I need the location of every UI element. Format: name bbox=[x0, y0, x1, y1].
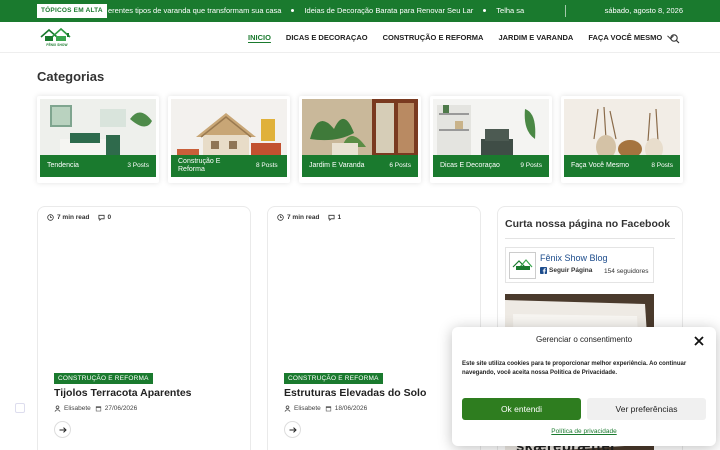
nav-item-inicio[interactable]: INICIO bbox=[248, 33, 271, 42]
facebook-follow-button[interactable]: Seguir Página bbox=[540, 267, 592, 274]
facebook-page-avatar[interactable] bbox=[509, 252, 536, 279]
comment-count[interactable]: 0 bbox=[108, 214, 112, 221]
current-date: sábado, agosto 8, 2026 bbox=[604, 6, 683, 15]
comment-icon bbox=[327, 214, 335, 221]
trending-label: TÓPICOS EM ALTA bbox=[37, 4, 107, 18]
category-card-dicas-decoracao[interactable]: Dicas E Decoraçao 9 Posts bbox=[430, 96, 552, 183]
category-name: Faça Você Mesmo bbox=[571, 162, 629, 169]
post-author[interactable]: Elisabete bbox=[294, 405, 321, 412]
trending-bar: TÓPICOS EM ALTA erentes tipos de varanda… bbox=[0, 0, 720, 22]
logo-text: FÊNIX SHOW bbox=[46, 43, 68, 47]
arrow-right-icon bbox=[289, 426, 297, 433]
logo-house-icon bbox=[40, 27, 71, 41]
nav-item-dicas-decoracao[interactable]: DICAS E DECORAÇAO bbox=[286, 33, 368, 42]
post-author[interactable]: Elisabete bbox=[64, 405, 91, 412]
post-title[interactable]: Tijolos Terracota Aparentes bbox=[54, 387, 192, 399]
facebook-follow-label: Seguir Página bbox=[549, 267, 593, 274]
ticker-item[interactable]: erentes tipos de varanda que transformam… bbox=[108, 0, 281, 22]
view-preferences-button[interactable]: Ver preferências bbox=[587, 398, 706, 420]
category-label: Faça Você Mesmo 8 Posts bbox=[564, 155, 680, 177]
read-more-button[interactable] bbox=[54, 421, 71, 438]
consent-text: Este site utiliza cookies para te propor… bbox=[462, 361, 687, 376]
facebook-page-plugin[interactable]: Fênix Show Blog Seguir Página 154 seguid… bbox=[505, 247, 654, 283]
clock-icon bbox=[47, 214, 54, 221]
author-icon bbox=[284, 405, 291, 412]
category-name: Construção E Reforma bbox=[178, 158, 221, 173]
post-title[interactable]: Estruturas Elevadas do Solo bbox=[284, 387, 426, 399]
ticker-separator bbox=[483, 9, 487, 13]
post-category-tag[interactable]: CONSTRUÇÃO E REFORMA bbox=[54, 373, 153, 384]
facebook-icon bbox=[540, 267, 547, 274]
nav-item-label: FAÇA VOCÊ MESMO bbox=[588, 33, 663, 42]
category-post-count: 9 Posts bbox=[520, 162, 542, 169]
categories-heading: Categorias bbox=[37, 69, 105, 84]
arrow-right-icon bbox=[59, 426, 67, 433]
search-button[interactable] bbox=[669, 32, 681, 44]
clock-icon bbox=[277, 214, 284, 221]
ticker-item[interactable]: Telha sa bbox=[496, 0, 524, 22]
category-post-count: 8 Posts bbox=[651, 162, 673, 169]
category-card-tendencia[interactable]: Tendencia 3 Posts bbox=[37, 96, 159, 183]
category-post-count: 8 Posts bbox=[256, 162, 278, 169]
accessibility-icon[interactable] bbox=[15, 403, 25, 413]
main-nav: INICIO DICAS E DECORAÇAO CONSTRUÇÃO E RE… bbox=[248, 22, 689, 53]
topbar-divider bbox=[565, 5, 566, 17]
post-card[interactable]: 7 min read 0 CONSTRUÇÃO E REFORMA Tijolo… bbox=[37, 206, 251, 450]
ticker-separator bbox=[291, 9, 295, 13]
category-label: Tendencia 3 Posts bbox=[40, 155, 156, 177]
post-byline: Elisabete 27/06/2026 bbox=[54, 405, 141, 412]
nav-item-faca-voce-mesmo[interactable]: FAÇA VOCÊ MESMO bbox=[588, 33, 675, 42]
category-post-count: 6 Posts bbox=[389, 162, 411, 169]
site-header: FÊNIX SHOW INICIO DICAS E DECORAÇAO CONS… bbox=[0, 22, 720, 53]
search-icon bbox=[670, 34, 680, 44]
facebook-page-name[interactable]: Fênix Show Blog bbox=[540, 253, 608, 263]
read-time: 7 min read bbox=[57, 214, 90, 221]
author-icon bbox=[54, 405, 61, 412]
read-more-button[interactable] bbox=[284, 421, 301, 438]
news-ticker: erentes tipos de varanda que transformam… bbox=[108, 0, 551, 22]
category-name: Dicas E Decoraçao bbox=[440, 162, 500, 169]
close-icon bbox=[694, 336, 704, 346]
privacy-policy-link[interactable]: Política de privacidade bbox=[452, 428, 716, 435]
read-time: 7 min read bbox=[287, 214, 320, 221]
consent-close-button[interactable] bbox=[693, 334, 705, 346]
heading-divider bbox=[505, 238, 675, 239]
facebook-follower-count: 154 seguidores bbox=[604, 268, 649, 275]
post-meta: 7 min read 0 bbox=[47, 214, 111, 221]
nav-item-jardim-varanda[interactable]: JARDIM E VARANDA bbox=[498, 33, 573, 42]
consent-title: Gerenciar o consentimento bbox=[535, 335, 633, 344]
nav-item-construcao-reforma[interactable]: CONSTRUÇÃO E REFORMA bbox=[383, 33, 484, 42]
comment-icon bbox=[97, 214, 105, 221]
ticker-item[interactable]: Ideias de Decoração Barata para Renovar … bbox=[304, 0, 473, 22]
cookie-consent-dialog: Gerenciar o consentimento Este site util… bbox=[452, 327, 716, 446]
facebook-heading: Curta nossa página no Facebook bbox=[505, 218, 671, 230]
calendar-icon bbox=[95, 406, 101, 412]
calendar-icon bbox=[325, 406, 331, 412]
post-date: 27/06/2026 bbox=[104, 405, 138, 412]
post-card[interactable]: 7 min read 1 CONSTRUÇÃO E REFORMA Estrut… bbox=[267, 206, 481, 450]
category-card-faca-voce-mesmo[interactable]: Faça Você Mesmo 8 Posts bbox=[561, 96, 683, 183]
post-byline: Elisabete 18/06/2026 bbox=[284, 405, 371, 412]
post-category-tag[interactable]: CONSTRUÇÃO E REFORMA bbox=[284, 373, 383, 384]
category-post-count: 3 Posts bbox=[127, 162, 149, 169]
site-logo[interactable]: FÊNIX SHOW bbox=[37, 27, 77, 49]
category-label: Dicas E Decoraçao 9 Posts bbox=[433, 155, 549, 177]
category-card-jardim-varanda[interactable]: Jardim E Varanda 6 Posts bbox=[299, 96, 421, 183]
accept-cookies-button[interactable]: Ok entendi bbox=[462, 398, 581, 420]
comment-count[interactable]: 1 bbox=[338, 214, 342, 221]
category-name: Tendencia bbox=[47, 162, 79, 169]
category-label: Jardim E Varanda 6 Posts bbox=[302, 155, 418, 177]
category-name: Jardim E Varanda bbox=[309, 162, 365, 169]
post-date: 18/06/2026 bbox=[334, 405, 368, 412]
category-card-construcao-reforma[interactable]: Construção E Reforma 8 Posts bbox=[168, 96, 290, 183]
category-label: Construção E Reforma 8 Posts bbox=[171, 155, 287, 177]
post-meta: 7 min read 1 bbox=[277, 214, 341, 221]
